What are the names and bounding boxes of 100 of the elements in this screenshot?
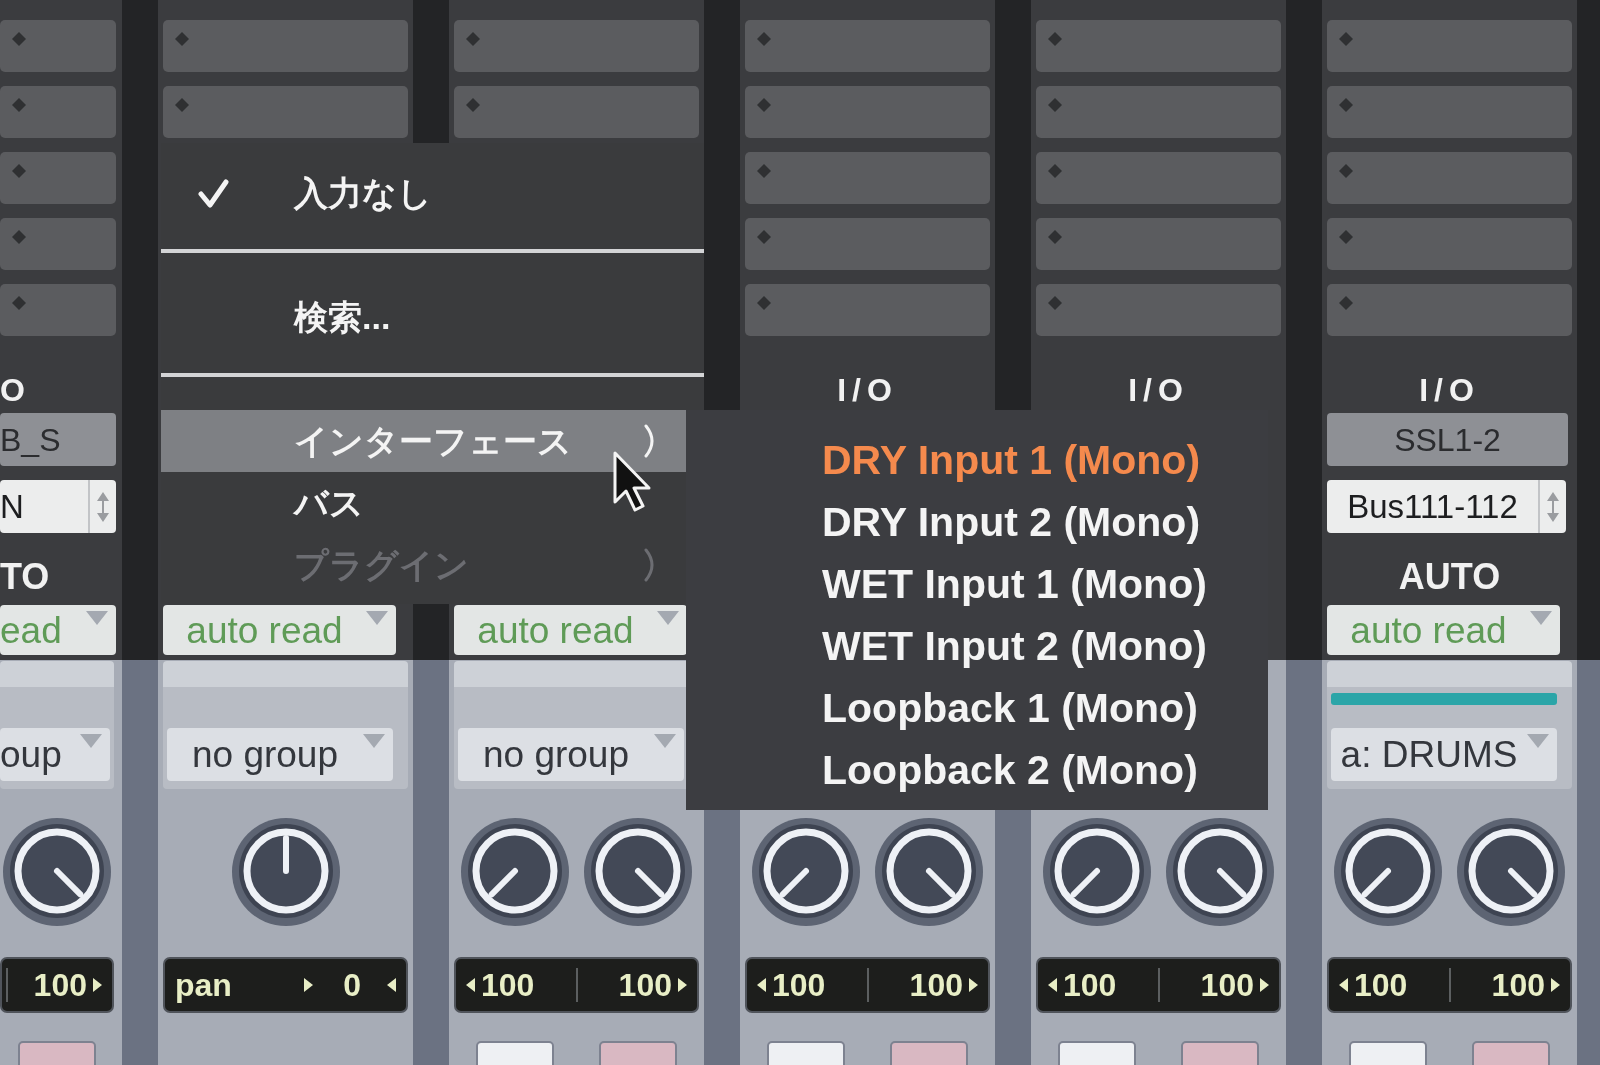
- strip-button[interactable]: [1180, 1041, 1259, 1065]
- knob[interactable]: [1, 815, 113, 927]
- mouse-pointer-icon: [612, 450, 652, 514]
- menu-item[interactable]: バス: [161, 472, 686, 534]
- insert-slot[interactable]: [1327, 152, 1572, 204]
- menu-item[interactable]: WET Input 2 (Mono): [822, 616, 1268, 678]
- knob[interactable]: [1454, 815, 1567, 927]
- insert-slot[interactable]: [1327, 86, 1572, 138]
- insert-slot[interactable]: [163, 20, 408, 72]
- insert-slot[interactable]: [745, 218, 990, 270]
- insert-slot[interactable]: [1327, 20, 1572, 72]
- insert-slot[interactable]: [1327, 218, 1572, 270]
- diamond-icon: [1048, 32, 1062, 46]
- insert-slot[interactable]: [1036, 152, 1281, 204]
- knob[interactable]: [1332, 815, 1445, 927]
- output-selector[interactable]: B_S: [0, 413, 116, 466]
- diamond-icon: [1339, 296, 1353, 310]
- insert-slot[interactable]: [745, 284, 990, 336]
- knob[interactable]: [750, 815, 863, 927]
- strip-button[interactable]: [1349, 1041, 1428, 1065]
- auto-label: AUTO: [1398, 559, 1501, 595]
- knob[interactable]: [1163, 815, 1276, 927]
- diamond-icon: [1339, 230, 1353, 244]
- diamond-icon: [12, 164, 26, 178]
- menu-item[interactable]: DRY Input 2 (Mono): [822, 492, 1268, 554]
- pan-value: 100: [1200, 969, 1254, 1001]
- diamond-icon: [1048, 164, 1062, 178]
- knob[interactable]: [872, 815, 985, 927]
- io-label: I/O: [1128, 374, 1189, 406]
- insert-slot[interactable]: [163, 86, 408, 138]
- auto-label: TO: [0, 559, 50, 595]
- input-selector[interactable]: N: [0, 480, 116, 533]
- insert-slot[interactable]: [0, 218, 116, 270]
- diamond-icon: [757, 98, 771, 112]
- strip-button[interactable]: [18, 1041, 96, 1065]
- caret-icon: [1527, 734, 1549, 748]
- strip-button[interactable]: [1058, 1041, 1137, 1065]
- diamond-icon: [1339, 32, 1353, 46]
- diamond-icon: [757, 164, 771, 178]
- triangle-right-icon: [93, 978, 102, 992]
- strip-button[interactable]: [476, 1041, 555, 1065]
- caret-icon: [366, 611, 388, 625]
- caret-icon: [80, 734, 102, 748]
- menu-item[interactable]: Loopback 2 (Mono): [822, 740, 1268, 802]
- insert-slot[interactable]: [0, 86, 116, 138]
- knob[interactable]: [581, 815, 694, 927]
- diamond-icon: [1339, 98, 1353, 112]
- io-label: I/O: [837, 374, 898, 406]
- insert-slot[interactable]: [1327, 284, 1572, 336]
- insert-slot[interactable]: [1036, 20, 1281, 72]
- diamond-icon: [1339, 164, 1353, 178]
- group-dropdown[interactable]: a: DRUMS: [1331, 728, 1557, 781]
- insert-slot[interactable]: [1036, 284, 1281, 336]
- group-dropdown[interactable]: oup: [0, 728, 110, 781]
- insert-slot[interactable]: [745, 86, 990, 138]
- insert-slot[interactable]: [1036, 218, 1281, 270]
- diamond-icon: [12, 32, 26, 46]
- group-dropdown[interactable]: no group: [167, 728, 393, 781]
- insert-slot[interactable]: [745, 152, 990, 204]
- menu-item[interactable]: インターフェース: [161, 410, 686, 472]
- insert-slot[interactable]: [0, 284, 116, 336]
- pan-value: 100: [481, 969, 535, 1001]
- group-dropdown[interactable]: no group: [458, 728, 684, 781]
- triangle-left-icon: [1048, 978, 1057, 992]
- pan-value: 100: [772, 969, 826, 1001]
- triangle-right-icon: [304, 978, 314, 992]
- input-selector[interactable]: Bus111-112: [1327, 480, 1566, 533]
- pan-value: 100: [1063, 969, 1117, 1001]
- insert-slot[interactable]: [1036, 86, 1281, 138]
- diamond-icon: [1048, 296, 1062, 310]
- triangle-left-icon: [466, 978, 475, 992]
- diamond-icon: [1048, 230, 1062, 244]
- knob[interactable]: [229, 815, 342, 927]
- output-selector[interactable]: SSL1-2: [1327, 413, 1568, 466]
- pan-value: 100: [1491, 969, 1545, 1001]
- insert-slot[interactable]: [745, 20, 990, 72]
- menu-item[interactable]: 入力なし: [161, 162, 686, 224]
- knob[interactable]: [1041, 815, 1154, 927]
- strip-button[interactable]: [767, 1041, 846, 1065]
- insert-slot[interactable]: [454, 86, 699, 138]
- menu-item[interactable]: Loopback 1 (Mono): [822, 678, 1268, 740]
- menu-item[interactable]: DRY Input 1 (Mono): [822, 430, 1268, 492]
- insert-slot[interactable]: [0, 152, 116, 204]
- triangle-right-icon: [678, 978, 687, 992]
- pan-label: pan: [175, 969, 232, 1001]
- pan-value: 100: [33, 969, 87, 1001]
- knob[interactable]: [459, 815, 572, 927]
- strip-button[interactable]: [889, 1041, 968, 1065]
- pan-value: 100: [1354, 969, 1408, 1001]
- strip-button[interactable]: [1471, 1041, 1550, 1065]
- menu-item[interactable]: WET Input 1 (Mono): [822, 554, 1268, 616]
- caret-icon: [657, 611, 679, 625]
- insert-slot[interactable]: [0, 20, 116, 72]
- menu-item[interactable]: 検索...: [161, 286, 686, 348]
- diamond-icon: [466, 98, 480, 112]
- strip-button[interactable]: [598, 1041, 677, 1065]
- insert-slot[interactable]: [454, 20, 699, 72]
- diamond-icon: [175, 98, 189, 112]
- triangle-left-icon: [387, 978, 396, 992]
- pan-value: 0: [343, 969, 361, 1001]
